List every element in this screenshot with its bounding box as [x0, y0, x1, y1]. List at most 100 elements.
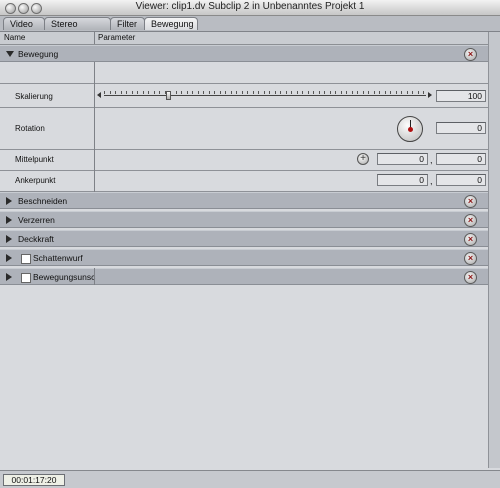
disclosure-triangle-icon[interactable]	[6, 273, 12, 281]
slider-tick	[368, 91, 369, 94]
vertical-scrollbar[interactable]	[488, 32, 500, 468]
dial-center-dot	[408, 127, 413, 132]
slider-tick	[280, 91, 281, 94]
tab-bar: Video Stereo (a1a2) Filter Bewegung	[0, 16, 500, 42]
tab-bewegung[interactable]: Bewegung	[144, 17, 198, 30]
section-beschneiden[interactable]: Beschneiden ×	[0, 192, 488, 209]
slider-tick	[313, 91, 314, 94]
slider-tick	[263, 91, 265, 94]
slider-tick	[417, 91, 419, 94]
slider-tick	[225, 91, 226, 94]
reset-icon[interactable]: ×	[464, 271, 477, 284]
slider-tick	[318, 91, 320, 94]
slider-tick	[379, 91, 380, 94]
disclosure-triangle-icon[interactable]	[6, 51, 14, 57]
section-label: Bewegungsunsc	[33, 272, 96, 282]
slider-tick	[390, 91, 391, 94]
slider-tick	[302, 91, 303, 94]
slider-tick	[214, 91, 215, 94]
slider-tick	[423, 91, 424, 94]
scale-value-field[interactable]: 100	[436, 90, 486, 102]
slider-tick	[131, 91, 133, 94]
slider-tick	[395, 91, 397, 94]
enable-checkbox[interactable]	[21, 273, 31, 283]
section-label: Beschneiden	[18, 196, 68, 206]
slider-tick	[236, 91, 237, 94]
slider-tick	[126, 91, 127, 94]
slider-tick	[406, 91, 408, 94]
disclosure-triangle-icon[interactable]	[6, 216, 12, 224]
column-divider[interactable]	[94, 32, 95, 44]
column-header: Name Parameter	[0, 32, 500, 45]
slider-tick	[351, 91, 353, 94]
slider-tick	[120, 91, 122, 94]
slider-tick	[241, 91, 243, 94]
window-title: Viewer: clip1.dv Subclip 2 in Unbenannte…	[135, 1, 365, 12]
window-titlebar: Viewer: clip1.dv Subclip 2 in Unbenannte…	[0, 0, 500, 16]
anchor-y-field[interactable]: 0	[436, 174, 486, 186]
slider-tick	[197, 91, 199, 94]
slider-tick	[324, 91, 325, 94]
slider-tick	[115, 91, 116, 94]
disclosure-triangle-icon[interactable]	[6, 235, 12, 243]
timecode-display[interactable]: 00:01:17:20	[3, 474, 65, 486]
disclosure-triangle-icon[interactable]	[6, 197, 12, 205]
slider-tick	[412, 91, 413, 94]
tab-stereo[interactable]: Stereo (a1a2)	[44, 17, 111, 42]
section-schattenwurf[interactable]: Schattenwurf ×	[0, 249, 488, 266]
slider-tick	[285, 91, 287, 94]
enable-checkbox[interactable]	[21, 254, 31, 264]
reset-icon[interactable]: ×	[464, 195, 477, 208]
slider-right-arrow-icon[interactable]	[428, 92, 432, 98]
slider-tick	[340, 91, 342, 94]
reset-icon[interactable]: ×	[464, 214, 477, 227]
column-name-header: Name	[4, 33, 26, 42]
slider-tick	[192, 91, 193, 94]
crosshair-icon[interactable]: +	[357, 153, 369, 165]
center-y-field[interactable]: 0	[436, 153, 486, 165]
slider-tick	[203, 91, 204, 94]
section-deckkraft[interactable]: Deckkraft ×	[0, 230, 488, 247]
bottom-bar: 00:01:17:20	[0, 470, 500, 488]
slider-tick	[269, 91, 270, 94]
slider-tick	[362, 91, 364, 94]
reset-icon[interactable]: ×	[464, 233, 477, 246]
slider-tick	[175, 91, 177, 94]
slider-tick	[208, 91, 210, 94]
section-verzerren[interactable]: Verzerren ×	[0, 211, 488, 228]
rotation-value-field[interactable]: 0	[436, 122, 486, 134]
scale-slider-thumb[interactable]	[166, 91, 172, 100]
param-label: Ankerpunkt	[15, 176, 56, 185]
param-label: Skalierung	[15, 92, 53, 101]
slider-tick	[159, 91, 160, 94]
rotation-dial[interactable]	[397, 116, 423, 142]
slider-tick	[291, 91, 292, 94]
center-x-field[interactable]: 0	[377, 153, 428, 165]
slider-tick	[164, 91, 166, 94]
param-label: Rotation	[15, 124, 45, 133]
slider-tick	[181, 91, 182, 94]
section-label: Verzerren	[18, 215, 55, 225]
tab-filter[interactable]: Filter	[110, 17, 145, 30]
scale-slider[interactable]	[104, 95, 426, 96]
section-label: Deckkraft	[18, 234, 54, 244]
slider-tick	[346, 91, 347, 94]
tab-video[interactable]: Video	[3, 17, 45, 30]
slider-tick	[329, 91, 331, 94]
column-divider	[94, 268, 95, 285]
slider-tick	[219, 91, 221, 94]
slider-left-arrow-icon[interactable]	[97, 92, 101, 98]
slider-tick	[153, 91, 155, 94]
anchor-x-field[interactable]: 0	[377, 174, 428, 186]
param-row-scale: Skalierung	[0, 84, 488, 108]
section-bewegung[interactable]: Bewegung ×	[0, 45, 488, 62]
slider-tick	[148, 91, 149, 94]
column-divider	[94, 62, 95, 192]
disclosure-triangle-icon[interactable]	[6, 254, 12, 262]
spacer-row	[0, 62, 488, 84]
reset-icon[interactable]: ×	[464, 48, 477, 61]
reset-icon[interactable]: ×	[464, 252, 477, 265]
section-bewegungsunschaerfe[interactable]: Bewegungsunsc ×	[0, 268, 488, 285]
slider-tick	[252, 91, 254, 94]
slider-tick	[109, 91, 111, 94]
